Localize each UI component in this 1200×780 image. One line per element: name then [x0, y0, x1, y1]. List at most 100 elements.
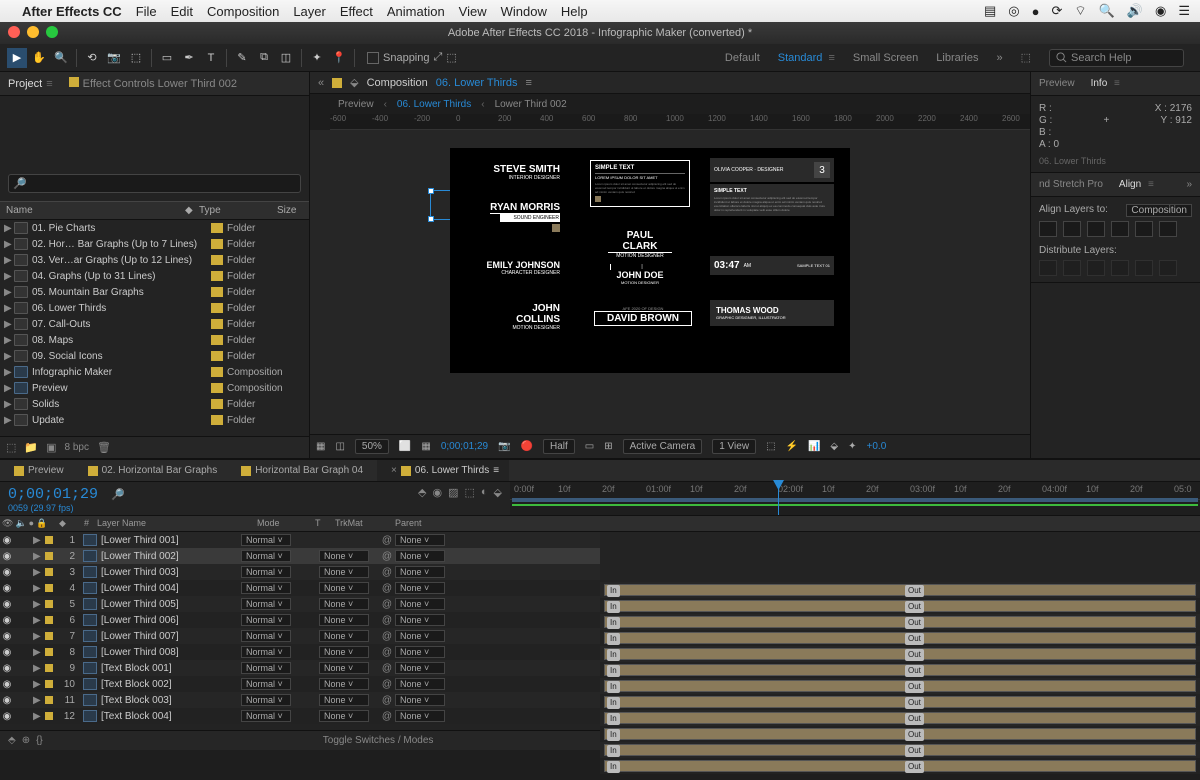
guides-icon[interactable]: ⊞	[604, 441, 612, 452]
minimize-window-icon[interactable]	[27, 26, 39, 38]
col-solo-icon[interactable]: ●	[29, 518, 34, 529]
project-item[interactable]: ▶05. Mountain Bar GraphsFolder	[0, 284, 309, 300]
timeline-search-icon[interactable]: 🔎	[111, 489, 125, 501]
project-item[interactable]: ▶03. Ver…ar Graphs (Up to 12 Lines)Folde…	[0, 252, 309, 268]
col-layer-name[interactable]: Layer Name	[93, 516, 253, 531]
dist-4-icon[interactable]	[1111, 260, 1129, 276]
toggle-switches-modes[interactable]: Toggle Switches / Modes	[323, 735, 434, 746]
workspace-libraries[interactable]: Libraries	[936, 52, 978, 64]
tl-graph-icon[interactable]: ⬙	[494, 486, 502, 499]
region-icon[interactable]: ▭	[585, 441, 594, 452]
menu-animation[interactable]: Animation	[387, 4, 445, 19]
current-timecode[interactable]: 0;00;01;29	[8, 486, 98, 503]
project-item[interactable]: ▶04. Graphs (Up to 31 Lines)Folder	[0, 268, 309, 284]
close-window-icon[interactable]	[8, 26, 20, 38]
layer-bar-row[interactable]: InOut	[600, 710, 1200, 726]
project-item[interactable]: ▶02. Hor… Bar Graphs (Up to 7 Lines)Fold…	[0, 236, 309, 252]
rect-tool-icon[interactable]: ▭	[157, 48, 177, 68]
timecode-display[interactable]: 0;00;01;29	[441, 441, 488, 452]
col-audio-icon[interactable]: 🔈	[15, 518, 26, 529]
visibility-toggle[interactable]: ◉	[0, 535, 14, 546]
menu-file[interactable]: File	[136, 4, 157, 19]
dist-5-icon[interactable]	[1135, 260, 1153, 276]
workspace-default[interactable]: Default	[725, 52, 760, 64]
mask-icon[interactable]: ◫	[335, 441, 344, 452]
project-columns[interactable]: Name ◆ Type Size	[0, 201, 309, 220]
workspace-small[interactable]: Small Screen	[853, 52, 918, 64]
layer-row[interactable]: ◉▶11[Text Block 003]Normal ˅None ˅@None …	[0, 692, 600, 708]
proj-comp-icon[interactable]: ▣	[46, 441, 56, 454]
comp-menu-icon[interactable]: ≡	[525, 77, 531, 89]
layer-row[interactable]: ◉▶7[Lower Third 007]Normal ˅None ˅@None …	[0, 628, 600, 644]
panel-overflow-icon[interactable]: »	[1186, 179, 1192, 190]
tab-effect-controls[interactable]: Effect Controls Lower Third 002	[69, 77, 237, 90]
project-search-input[interactable]: 🔎	[8, 174, 301, 193]
grid-icon[interactable]: ▦	[316, 441, 325, 452]
menu-composition[interactable]: Composition	[207, 4, 279, 19]
dist-6-icon[interactable]	[1159, 260, 1177, 276]
layer-bar-row[interactable]: InOut	[600, 598, 1200, 614]
workspace-overflow-icon[interactable]: »	[996, 52, 1002, 64]
align-hcenter-icon[interactable]	[1063, 221, 1081, 237]
pan-behind-tool-icon[interactable]: ⬚	[126, 48, 146, 68]
visibility-toggle[interactable]: ◉	[0, 551, 14, 562]
snap-opt-icon[interactable]: ⤢	[434, 51, 443, 64]
tl-foot-3-icon[interactable]: {}	[36, 735, 43, 746]
zoom-window-icon[interactable]	[46, 26, 58, 38]
timeline-tab[interactable]: ×06. Lower Thirds ≡	[377, 460, 509, 481]
project-item[interactable]: ▶SolidsFolder	[0, 396, 309, 412]
tab-stretch[interactable]: nd Stretch Pro	[1039, 179, 1103, 190]
project-bpc[interactable]: 8 bpc	[65, 442, 89, 453]
tab-preview[interactable]: Preview	[1039, 78, 1075, 89]
visibility-toggle[interactable]: ◉	[0, 599, 14, 610]
tl-foot-2-icon[interactable]: ⊕	[22, 735, 30, 746]
app-name[interactable]: After Effects CC	[22, 4, 122, 19]
tab-align[interactable]: Align ≡	[1119, 179, 1154, 190]
viewport[interactable]: STEVE SMITH INTERIOR DESIGNER RYAN MORRI…	[310, 130, 1030, 434]
col-t[interactable]: T	[311, 516, 331, 531]
visibility-toggle[interactable]: ◉	[0, 711, 14, 722]
project-item[interactable]: ▶08. MapsFolder	[0, 332, 309, 348]
hand-tool-icon[interactable]: ✋	[29, 48, 49, 68]
project-item[interactable]: ▶UpdateFolder	[0, 412, 309, 428]
col-label-icon[interactable]: ◆	[55, 516, 69, 531]
layer-bar-row[interactable]: InOut	[600, 742, 1200, 758]
eraser-tool-icon[interactable]: ◫	[276, 48, 296, 68]
workspace-menu-icon[interactable]: ≡	[828, 52, 834, 64]
crumb-comp[interactable]: 06. Lower Thirds	[397, 99, 471, 110]
proj-trash-icon[interactable]: 🗑	[97, 441, 111, 454]
project-item[interactable]: ▶06. Lower ThirdsFolder	[0, 300, 309, 316]
layer-bar-row[interactable]: InOut	[600, 646, 1200, 662]
menu-view[interactable]: View	[459, 4, 487, 19]
res-full-icon[interactable]: ⬜	[399, 441, 411, 452]
timeline-icon[interactable]: 📊	[808, 441, 820, 452]
timeline-tab[interactable]: Horizontal Bar Graph 04	[231, 460, 373, 481]
tab-info[interactable]: Info ≡	[1091, 78, 1120, 89]
visibility-toggle[interactable]: ◉	[0, 663, 14, 674]
snapping-checkbox[interactable]	[367, 52, 379, 64]
comp-name[interactable]: 06. Lower Thirds	[436, 77, 518, 89]
status-icon[interactable]: ▤	[984, 3, 996, 19]
flowchart-icon[interactable]: ⬙	[830, 441, 838, 452]
layer-row[interactable]: ◉▶3[Lower Third 003]Normal ˅None ˅@None …	[0, 564, 600, 580]
project-item[interactable]: ▶01. Pie ChartsFolder	[0, 220, 309, 236]
workspace-standard[interactable]: Standard	[778, 52, 823, 64]
layer-row[interactable]: ◉▶9[Text Block 001]Normal ˅None ˅@None ˅	[0, 660, 600, 676]
layer-bar-row[interactable]: InOut	[600, 614, 1200, 630]
channel-icon[interactable]: 🔴	[521, 441, 533, 452]
layer-row[interactable]: ◉▶6[Lower Third 006]Normal ˅None ˅@None …	[0, 612, 600, 628]
layer-bar-row[interactable]: InOut	[600, 662, 1200, 678]
pixel-aspect-icon[interactable]: ⬚	[766, 441, 775, 452]
search-help-input[interactable]: Search Help	[1049, 49, 1184, 67]
layer-row[interactable]: ◉▶8[Lower Third 008]Normal ˅None ˅@None …	[0, 644, 600, 660]
proj-interp-icon[interactable]: ⬚	[6, 441, 16, 454]
sync-icon[interactable]: ⟳	[1051, 3, 1062, 19]
project-item[interactable]: ▶07. Call-OutsFolder	[0, 316, 309, 332]
align-top-icon[interactable]	[1111, 221, 1129, 237]
proj-folder-icon[interactable]: 📁	[24, 441, 38, 454]
menu-edit[interactable]: Edit	[171, 4, 193, 19]
menu-help[interactable]: Help	[561, 4, 588, 19]
camera-select[interactable]: Active Camera	[623, 439, 703, 454]
tab-project[interactable]: Project≡	[8, 78, 53, 90]
tl-mb-icon[interactable]: ◐	[481, 486, 488, 499]
